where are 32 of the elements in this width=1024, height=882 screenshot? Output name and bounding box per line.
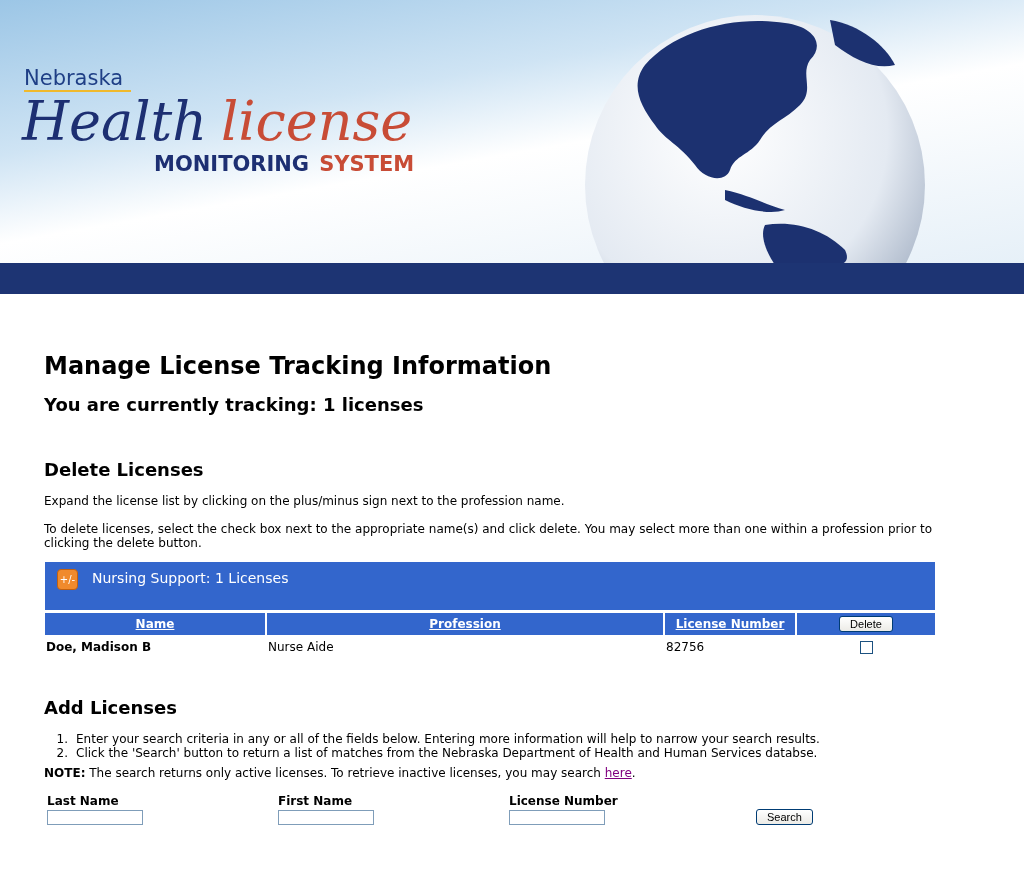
table-cell-text: 82756 <box>665 639 706 656</box>
logo-subtitle: MONITORING <box>154 152 310 176</box>
section-heading: Delete Licenses <box>44 459 205 480</box>
page-heading: Manage License Tracking Information <box>44 352 553 380</box>
here-link[interactable]: here <box>604 766 632 780</box>
logo-subtitle: SYSTEM <box>319 152 415 176</box>
step-number: 1. <box>55 732 68 746</box>
field-label: License Number <box>509 794 619 808</box>
step-text: Click the 'Search' button to return a list of matches from the Nebraska Department of Health and Human Services databse. <box>76 746 818 760</box>
section-heading: Add Licenses <box>44 697 178 718</box>
checkbox[interactable] <box>859 640 873 654</box>
field-label: First Name <box>278 794 354 808</box>
logo-state-name: Nebraska <box>24 66 132 92</box>
instruction-text: To delete licenses, select the check box next to the appropriate name(s) and click delete. You may select more than one within a profession prior to clicking the delete button. <box>44 522 933 550</box>
step-number: 2. <box>55 746 68 760</box>
column-header-link[interactable]: Profession <box>429 617 501 631</box>
table-cell-text: Doe, Madison B <box>45 639 153 656</box>
instruction-text: Expand the license list by clicking on the plus/minus sign next to the profession name. <box>44 494 566 508</box>
logo-title: license <box>221 90 413 153</box>
group-title: Nursing Support: 1 Licenses <box>92 570 289 586</box>
logo-title: Health <box>22 90 207 153</box>
input-field[interactable] <box>47 810 143 825</box>
tracking-count: You are currently tracking: 1 licenses <box>44 394 425 415</box>
step-text: Enter your search criteria in any or all of the fields below. Entering more information will help to narrow your search results. <box>76 732 820 746</box>
search-button[interactable]: Search <box>756 809 813 825</box>
field-label: Last Name <box>47 794 120 808</box>
delete-button[interactable]: Delete <box>839 616 893 632</box>
table-cell-text: Nurse Aide <box>267 639 335 656</box>
input-field[interactable] <box>509 810 605 825</box>
input-field[interactable] <box>278 810 374 825</box>
column-header-link[interactable]: Name <box>135 617 175 631</box>
note-text: NOTE: The search returns only active licenses. To retrieve inactive licenses, you may search here. <box>44 766 637 780</box>
